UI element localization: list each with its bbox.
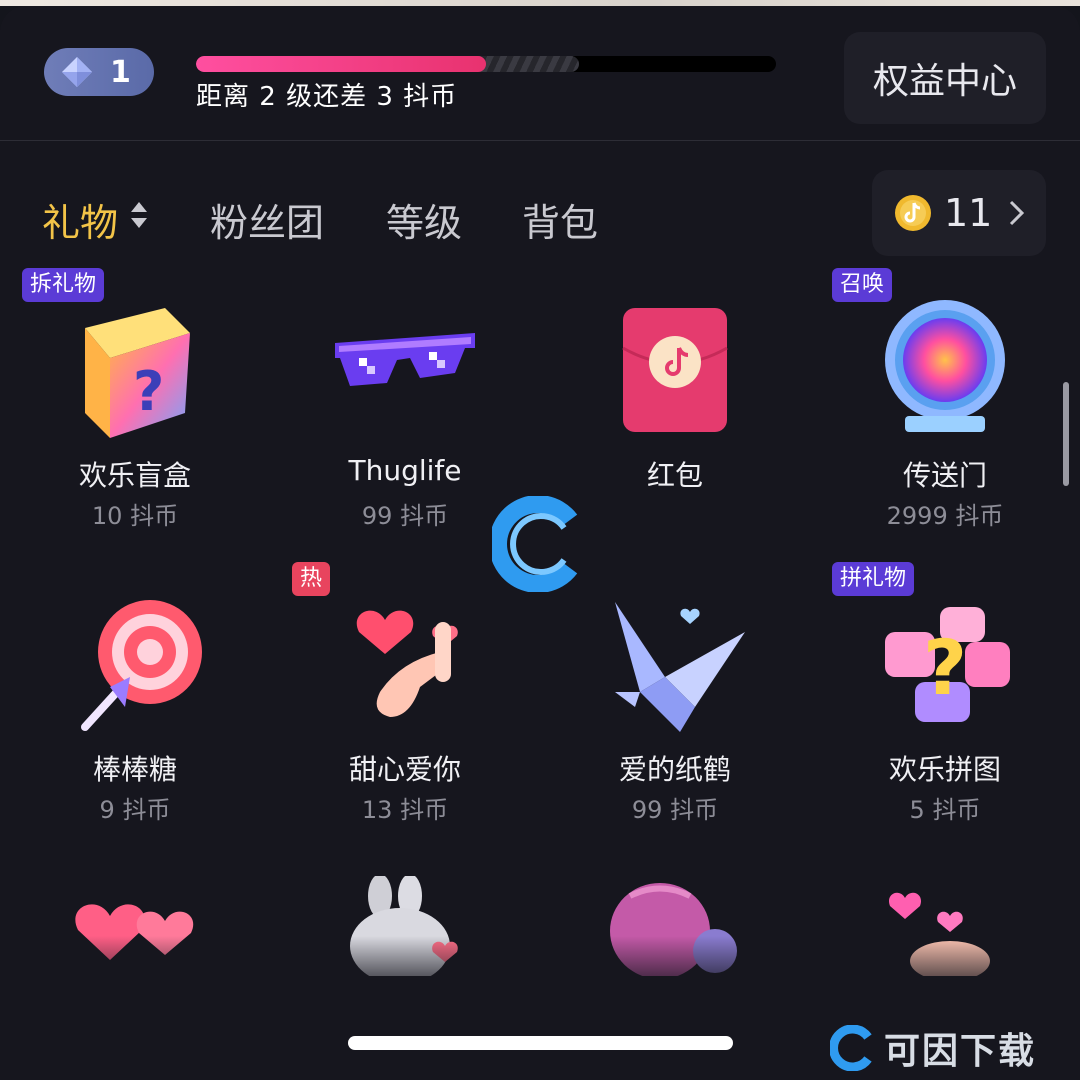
gift-name: 爱的纸鹤 — [618, 753, 731, 786]
watermark-text: 可因下载 — [884, 1031, 1037, 1072]
finger-heart-icon — [356, 610, 458, 717]
gift-name: Thuglife — [348, 454, 462, 487]
portal-icon — [885, 300, 1005, 432]
tab-backpack[interactable]: 背包 — [522, 192, 598, 247]
gift-item-lollipop[interactable]: 棒棒糖 9 抖币 — [0, 562, 270, 852]
scrollbar[interactable] — [1063, 382, 1069, 486]
c-logo-icon — [830, 1025, 872, 1071]
paper-crane-icon — [615, 602, 745, 732]
lollipop-icon — [81, 600, 202, 731]
gift-price: 5 抖币 — [909, 796, 981, 824]
gift-name: 欢乐盲盒 — [78, 459, 191, 492]
douyin-coin-icon — [895, 195, 931, 231]
gift-item-puzzle[interactable]: 拼礼物 ? 欢乐拼图 5 抖币 — [810, 562, 1080, 852]
diamond-icon — [62, 57, 92, 87]
tab-level[interactable]: 等级 — [386, 192, 462, 247]
gift-price: 2999 抖币 — [886, 502, 1004, 530]
pixel-sunglasses-icon — [335, 333, 475, 386]
progress-text: 距离 2 级还差 3 抖币 — [196, 82, 458, 112]
svg-text:?: ? — [133, 360, 164, 423]
gift-name: 红包 — [646, 459, 703, 492]
blind-box-icon: ? — [85, 308, 190, 438]
tab-gifts[interactable]: 礼物 — [42, 192, 118, 247]
gift-price: 9 抖币 — [99, 796, 171, 824]
gift-item-sweetheart[interactable]: 热 甜心爱你 13 抖币 — [270, 562, 540, 852]
progress-fill — [196, 56, 486, 72]
svg-text:?: ? — [923, 623, 967, 712]
gift-name: 欢乐拼图 — [888, 753, 1001, 786]
chevron-right-icon — [1010, 200, 1025, 226]
red-envelope-icon — [622, 308, 728, 432]
gift-item-portal[interactable]: 召唤 传送门 2999 抖币 — [810, 268, 1080, 558]
c-logo-icon — [492, 496, 578, 592]
puzzle-icon: ? — [885, 607, 1010, 722]
gift-name: 甜心爱你 — [348, 753, 461, 786]
benefit-center-button[interactable]: 权益中心 — [844, 32, 1046, 124]
gift-item-paper-crane[interactable]: 爱的纸鹤 99 抖币 — [540, 562, 810, 852]
gift-price: 13 抖币 — [361, 796, 449, 824]
level-header: 1 距离 2 级还差 3 抖币 权益中心 — [0, 6, 1080, 141]
gift-item-blind-box[interactable]: 拆礼物 ? 欢乐盲盒 10 抖币 — [0, 268, 270, 558]
level-progress-bar — [196, 56, 776, 72]
watermark: 可因下载 — [830, 1022, 1036, 1074]
fade-overlay — [0, 936, 1080, 996]
gift-price: 10 抖币 — [91, 502, 179, 530]
sort-arrows-icon[interactable] — [130, 200, 148, 230]
gift-price: 99 抖币 — [631, 796, 719, 824]
gift-name: 传送门 — [902, 459, 987, 492]
coin-balance-button[interactable]: 11 — [872, 170, 1046, 256]
tab-fan-club[interactable]: 粉丝团 — [210, 192, 324, 247]
gift-panel: 1 距离 2 级还差 3 抖币 权益中心 礼物 粉丝团 等级 背包 11 拆礼物 — [0, 6, 1080, 1080]
coin-count: 11 — [944, 191, 993, 235]
gift-name: 棒棒糖 — [92, 753, 177, 786]
level-badge[interactable]: 1 — [44, 48, 154, 96]
home-indicator[interactable] — [348, 1036, 733, 1050]
level-number: 1 — [110, 54, 131, 90]
